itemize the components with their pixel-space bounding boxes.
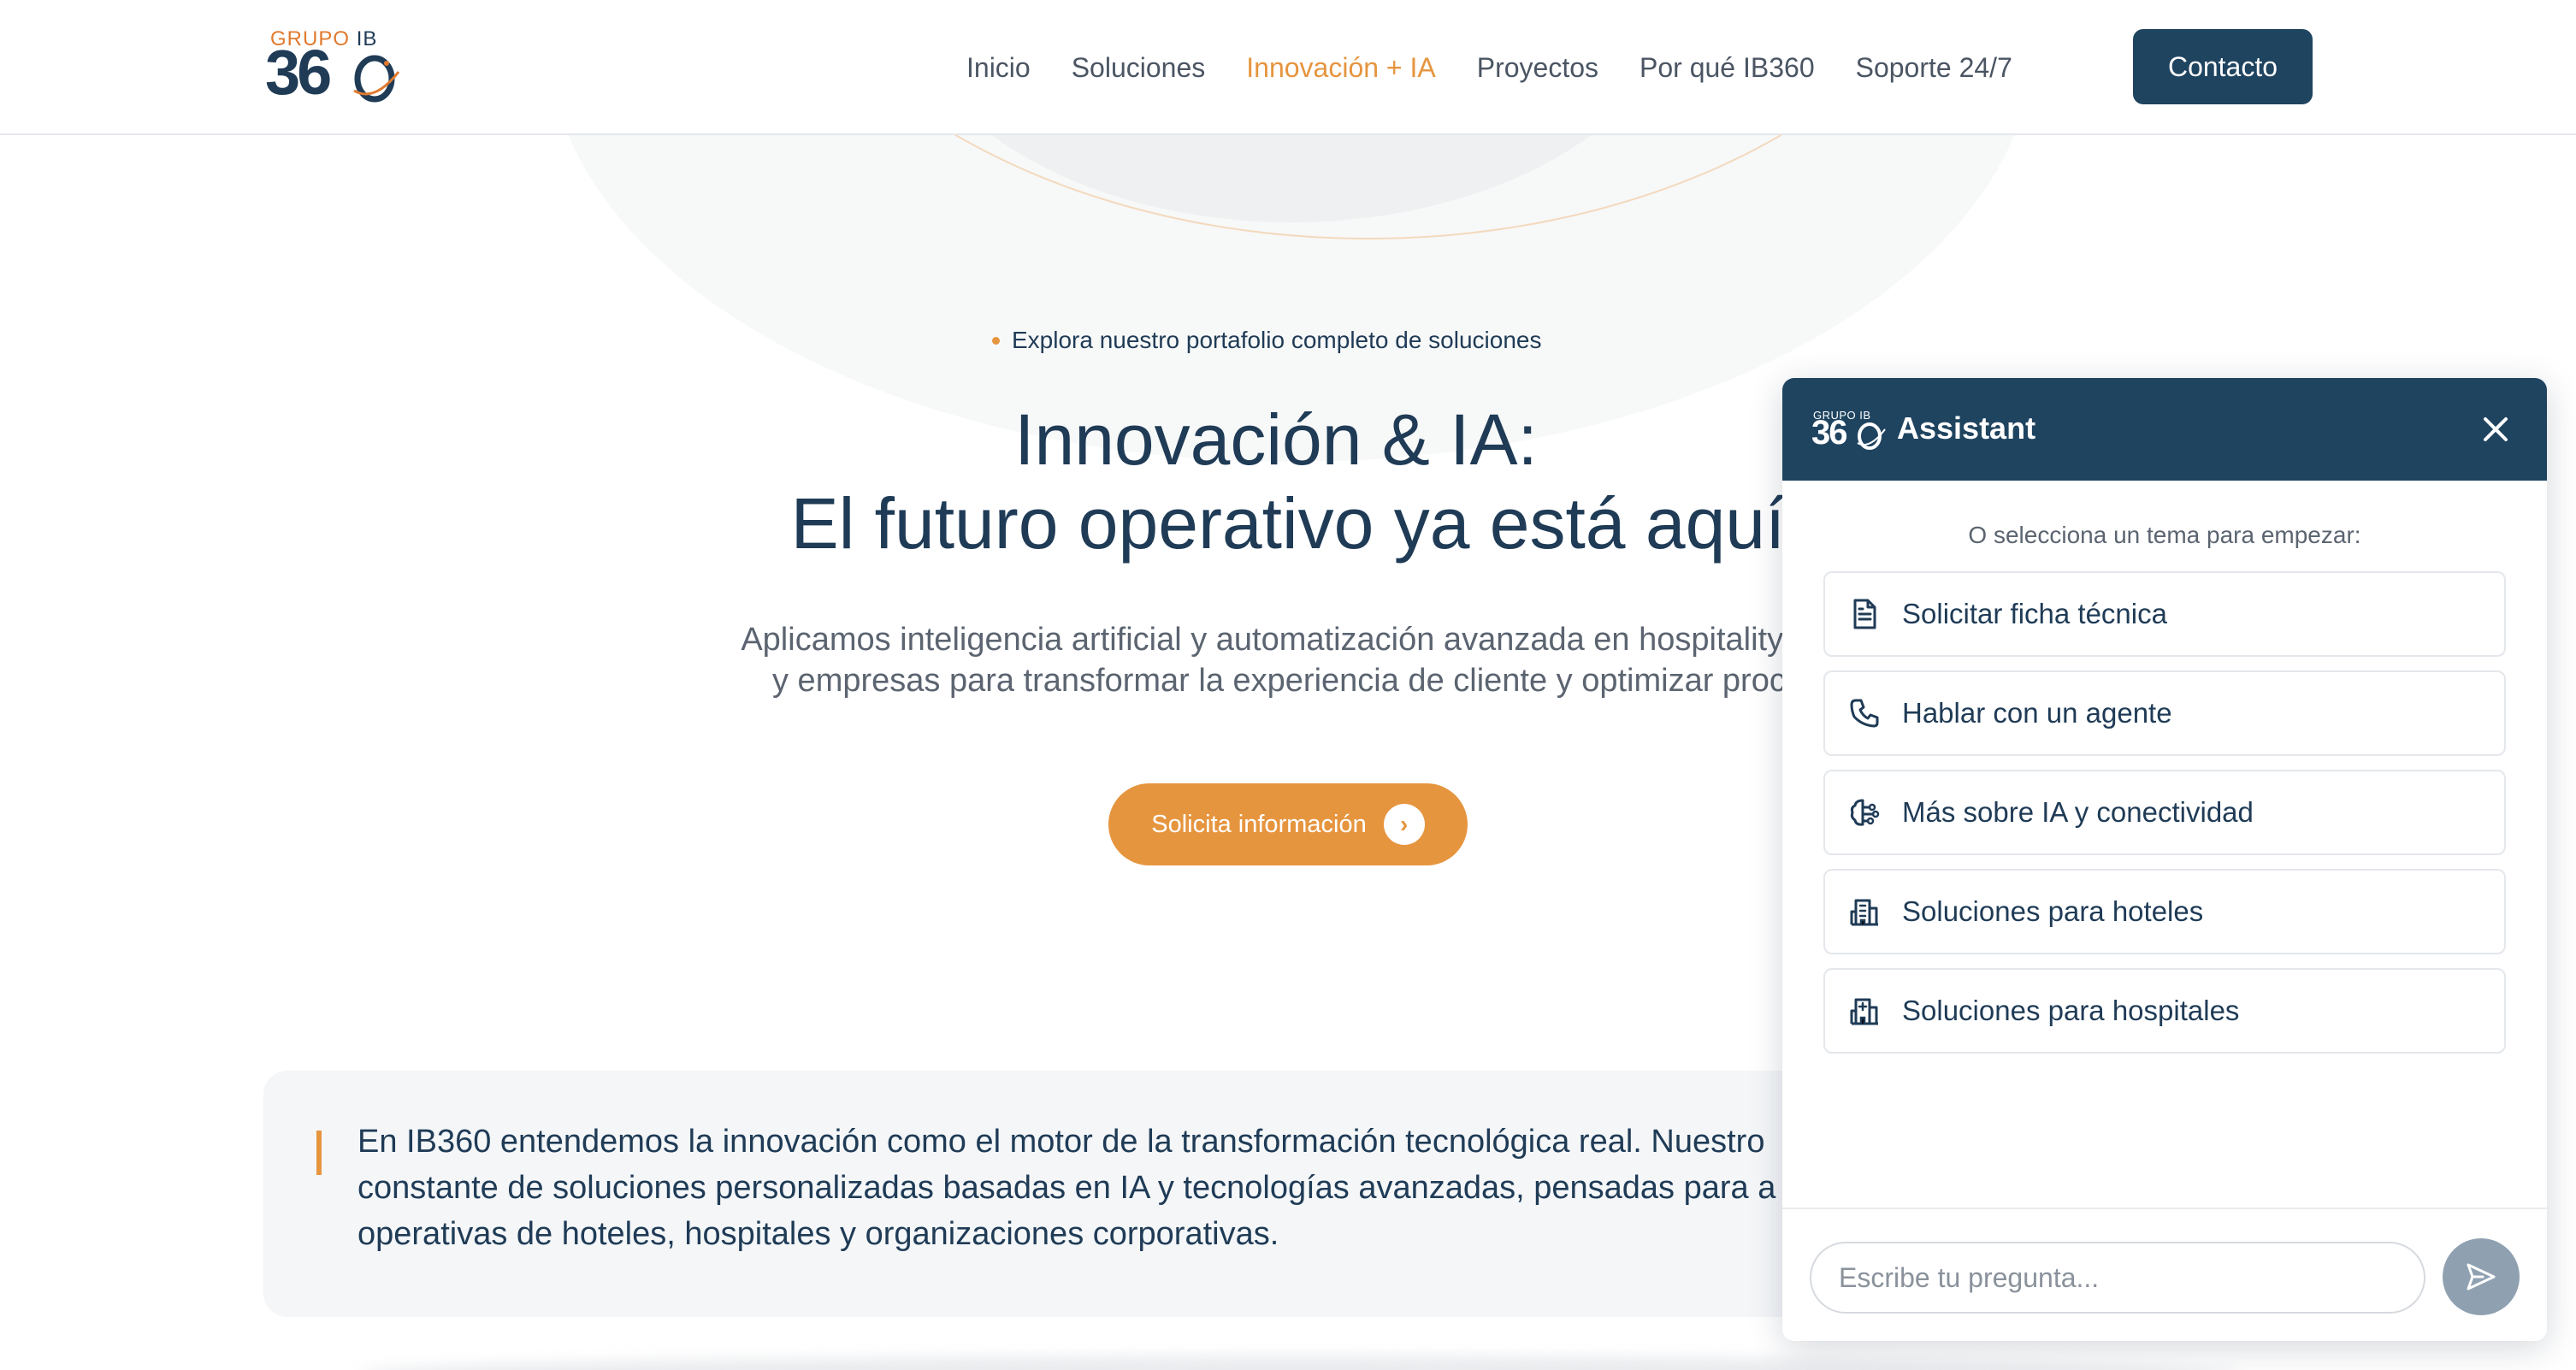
hotel-icon — [1847, 895, 1882, 929]
quote-accent-bar — [316, 1131, 322, 1175]
hospital-icon — [1847, 994, 1882, 1028]
topic-label: Soluciones para hospitales — [1902, 995, 2240, 1026]
phone-icon — [1847, 696, 1882, 730]
request-info-button[interactable]: Solicita información › — [1108, 783, 1468, 865]
document-icon — [1847, 597, 1882, 631]
chat-title: Assistant — [1897, 410, 2036, 446]
chat-input-bar — [1782, 1208, 2547, 1341]
topic-solicitar-ficha-tecnica[interactable]: Solicitar ficha técnica — [1823, 571, 2506, 657]
logo-orbit-icon — [353, 55, 400, 103]
topic-soluciones-hoteles[interactable]: Soluciones para hoteles — [1823, 869, 2506, 954]
request-info-label: Solicita información — [1151, 810, 1367, 838]
nav-item-proyectos[interactable]: Proyectos — [1477, 52, 1598, 84]
nav-item-inicio[interactable]: Inicio — [966, 52, 1031, 84]
send-button[interactable] — [2443, 1238, 2520, 1315]
brand-logo[interactable]: GRUPO IB 36 — [265, 27, 402, 104]
hero-eyebrow: Explora nuestro portafolio completo de s… — [992, 327, 1541, 354]
chevron-right-icon: › — [1383, 804, 1425, 845]
contact-button[interactable]: Contacto — [2133, 29, 2313, 104]
chat-brand-logo: GRUPO IB 36 — [1811, 409, 1888, 452]
topic-label: Más sobre IA y conectividad — [1902, 796, 2254, 828]
topic-label: Soluciones para hoteles — [1902, 895, 2204, 927]
nav-item-soluciones[interactable]: Soluciones — [1072, 52, 1206, 84]
bullet-dot-icon — [992, 336, 1000, 345]
site-header: GRUPO IB 36 Inicio Soluciones Innovación… — [0, 0, 2576, 135]
nav-item-por-que-ib360[interactable]: Por qué IB360 — [1640, 52, 1815, 84]
chat-assistant-widget: GRUPO IB 36 Assistant O selecciona un te… — [1782, 378, 2547, 1341]
chat-message-input[interactable] — [1810, 1242, 2425, 1314]
chat-header: GRUPO IB 36 Assistant — [1782, 378, 2547, 481]
close-icon[interactable] — [2479, 412, 2513, 446]
hero-eyebrow-text: Explora nuestro portafolio completo de s… — [1012, 327, 1542, 353]
topic-hablar-con-agente[interactable]: Hablar con un agente — [1823, 670, 2506, 756]
topic-soluciones-hospitales[interactable]: Soluciones para hospitales — [1823, 968, 2506, 1054]
nav-item-soporte[interactable]: Soporte 24/7 — [1856, 52, 2012, 84]
send-icon — [2467, 1263, 2496, 1290]
nav-item-innovacion-ia[interactable]: Innovación + IA — [1246, 52, 1435, 84]
topic-label: Solicitar ficha técnica — [1902, 598, 2167, 629]
chat-logo-orbit-icon — [1857, 422, 1886, 450]
topic-ia-conectividad[interactable]: Más sobre IA y conectividad — [1823, 770, 2506, 855]
brain-icon — [1847, 795, 1882, 830]
topic-label: Hablar con un agente — [1902, 697, 2172, 729]
logo-number: 36 — [265, 37, 332, 108]
main-nav: Inicio Soluciones Innovación + IA Proyec… — [966, 0, 2012, 135]
chat-topic-prompt: O selecciona un tema para empezar: — [1968, 522, 2361, 548]
section-shadow — [359, 1356, 2241, 1370]
